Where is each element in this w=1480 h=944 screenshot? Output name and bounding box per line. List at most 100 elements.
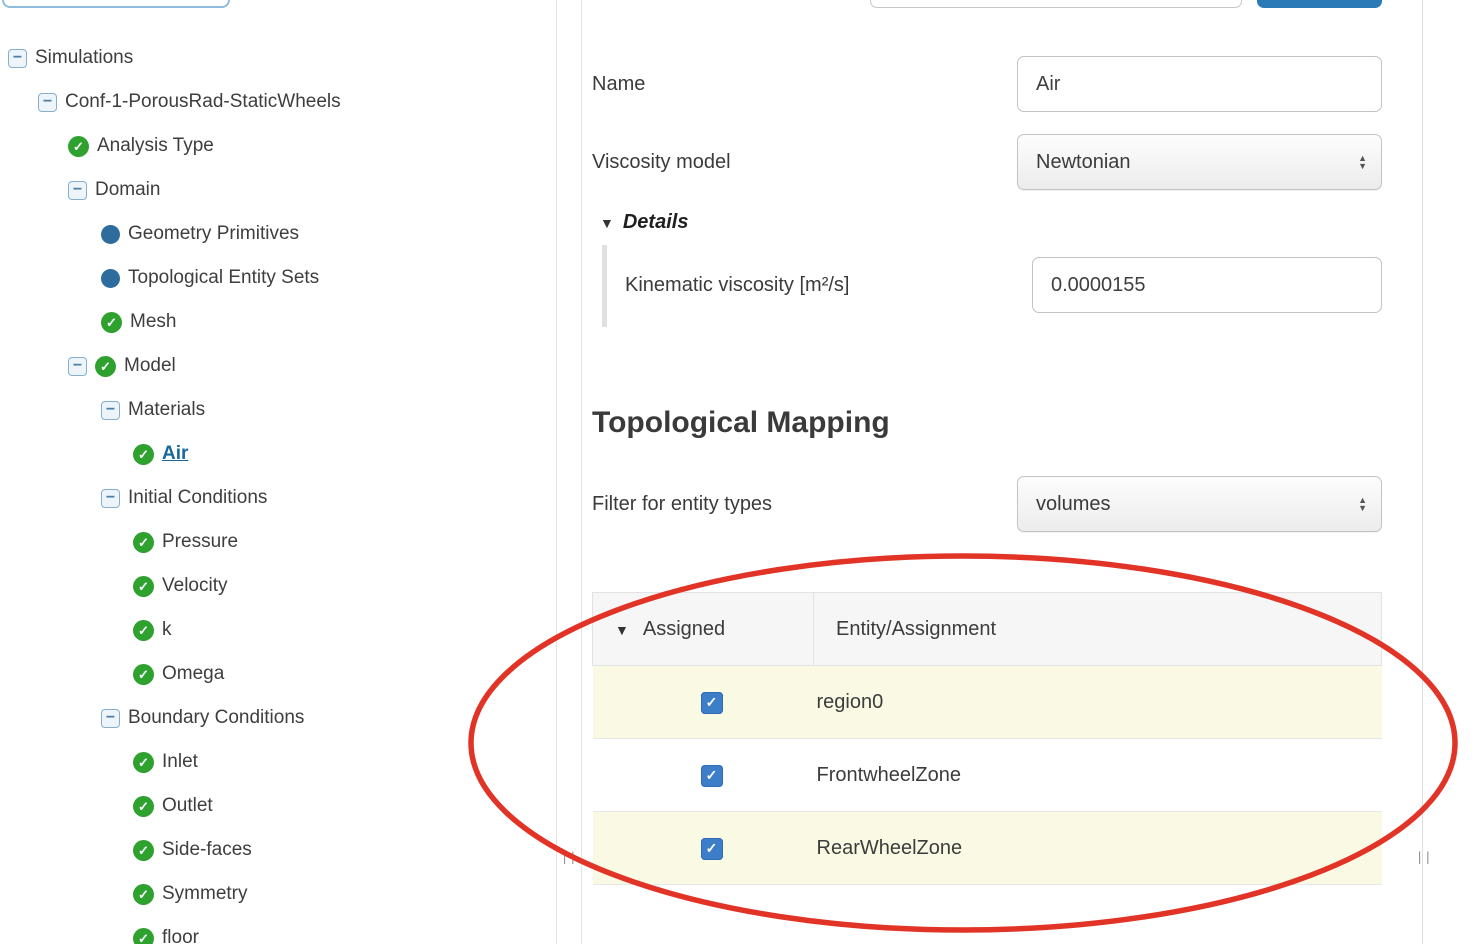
collapse-icon[interactable]: − (68, 357, 87, 376)
tree-item-label: Boundary Conditions (128, 707, 304, 729)
entity-filter-value: volumes (1036, 493, 1110, 516)
collapse-icon[interactable]: − (68, 181, 87, 200)
check-icon: ✓ (95, 356, 116, 377)
tree-filter-input[interactable] (2, 0, 230, 8)
check-icon: ✓ (133, 444, 154, 465)
entity-filter-select[interactable]: volumes ▲ ▼ (1017, 476, 1382, 532)
entity-assignment-cell: region0 (814, 666, 1382, 739)
simulation-tree: −Simulations−Conf-1-PorousRad-StaticWhee… (0, 36, 556, 944)
tree-item-label: Side-faces (162, 839, 252, 861)
tree-item-symmetry[interactable]: ✓ Symmetry (0, 872, 556, 916)
splitter-handle-icon[interactable]: || (561, 850, 577, 864)
details-title: Details (623, 211, 689, 234)
entity-filter-label: Filter for entity types (592, 493, 772, 516)
viscosity-model-value: Newtonian (1036, 151, 1131, 174)
name-label: Name (592, 73, 645, 96)
assigned-column-header[interactable]: ▼Assigned (593, 593, 814, 666)
tree-item-analysis-type[interactable]: ✓ Analysis Type (0, 124, 556, 168)
assigned-cell: ✓ (593, 812, 814, 885)
entity-column-header: Entity/Assignment (814, 593, 1382, 666)
check-icon: ✓ (101, 312, 122, 333)
tree-item-boundary-conditions[interactable]: −Boundary Conditions (0, 696, 556, 740)
tree-item-label: Materials (128, 399, 205, 421)
material-settings-panel: Name Viscosity model Newtonian ▲ ▼ ▼ Det… (582, 0, 1422, 944)
collapse-icon[interactable]: − (38, 93, 57, 112)
table-row: ✓ region0 (593, 666, 1382, 739)
check-icon: ✓ (133, 884, 154, 905)
tree-item-velocity[interactable]: ✓Velocity (0, 564, 556, 608)
table-row: ✓RearWheelZone (593, 812, 1382, 885)
tree-item-simulations[interactable]: −Simulations (0, 36, 556, 80)
check-icon: ✓ (133, 796, 154, 817)
tree-item-label: floor (162, 927, 199, 944)
tree-item-conf-1-porousrad-staticwheels[interactable]: −Conf-1-PorousRad-StaticWheels (0, 80, 556, 124)
assigned-cell: ✓ (593, 739, 814, 812)
collapse-icon[interactable]: − (101, 401, 120, 420)
tree-item-outlet[interactable]: ✓Outlet (0, 784, 556, 828)
viscosity-model-select[interactable]: Newtonian ▲ ▼ (1017, 134, 1382, 190)
entity-assignment-cell: FrontwheelZone (814, 739, 1382, 812)
tree-item-label: Conf-1-PorousRad-StaticWheels (65, 91, 341, 113)
collapse-icon[interactable]: − (8, 49, 27, 68)
name-input[interactable] (1017, 56, 1382, 112)
select-spinner-icon: ▲ ▼ (1358, 496, 1367, 512)
tree-item-label: k (162, 619, 172, 641)
check-icon: ✓ (133, 620, 154, 641)
sort-triangle-icon: ▼ (615, 622, 629, 638)
check-icon: ✓ (133, 664, 154, 685)
check-icon: ✓ (68, 136, 89, 157)
toolbar-primary-button[interactable] (1257, 0, 1382, 8)
assigned-checkbox[interactable]: ✓ (701, 838, 723, 860)
select-spinner-icon: ▲ ▼ (1358, 154, 1367, 170)
tree-item-domain[interactable]: −Domain (0, 168, 556, 212)
tree-item-pressure[interactable]: ✓ Pressure (0, 520, 556, 564)
tree-item-mesh[interactable]: ✓ Mesh (0, 300, 556, 344)
viscosity-model-label: Viscosity model (592, 151, 731, 174)
tree-item-omega[interactable]: ✓ Omega (0, 652, 556, 696)
check-icon: ✓ (133, 532, 154, 553)
check-icon: ✓ (133, 840, 154, 861)
assigned-cell: ✓ (593, 666, 814, 739)
tree-item-k[interactable]: ✓k (0, 608, 556, 652)
tree-item-model[interactable]: −✓Model (0, 344, 556, 388)
tree-item-label: Omega (162, 663, 224, 685)
splitter-handle-icon[interactable]: || (1416, 850, 1432, 864)
details-section: Kinematic viscosity [m²/s] (602, 245, 1382, 327)
tree-item-label: Symmetry (162, 883, 248, 905)
collapse-icon[interactable]: − (101, 489, 120, 508)
tree-item-air[interactable]: ✓Air (0, 432, 556, 476)
tree-item-label: Domain (95, 179, 160, 201)
topological-mapping-table: ▼Assigned Entity/Assignment ✓ region0 ✓ Fro… (592, 592, 1382, 885)
assigned-checkbox[interactable]: ✓ (701, 692, 723, 714)
tree-item-side-faces[interactable]: ✓ Side-faces (0, 828, 556, 872)
table-header-row: ▼Assigned Entity/Assignment (593, 593, 1382, 666)
tree-item-label: Analysis Type (97, 135, 214, 157)
details-toggle[interactable]: ▼ Details (600, 211, 1382, 234)
panel-splitter[interactable]: || (556, 0, 582, 944)
tree-item-label: Inlet (162, 751, 198, 773)
tree-item-geometry-primitives[interactable]: Geometry Primitives (0, 212, 556, 256)
assigned-checkbox[interactable]: ✓ (701, 765, 723, 787)
app-window: −Simulations−Conf-1-PorousRad-StaticWhee… (0, 0, 1480, 944)
simulation-tree-panel: −Simulations−Conf-1-PorousRad-StaticWhee… (0, 0, 556, 944)
collapse-icon[interactable]: − (101, 709, 120, 728)
entity-filter-row: Filter for entity types volumes ▲ ▼ (592, 476, 1382, 532)
tree-item-materials[interactable]: −Materials (0, 388, 556, 432)
mapping-table-body: ✓ region0 ✓ FrontwheelZone✓RearWheelZone (593, 666, 1382, 885)
tree-item-inlet[interactable]: ✓ Inlet (0, 740, 556, 784)
right-edge-strip: || (1422, 0, 1480, 944)
tree-item-floor[interactable]: ✓floor (0, 916, 556, 944)
toolbar-search-input[interactable] (870, 0, 1242, 8)
tree-item-initial-conditions[interactable]: −Initial Conditions (0, 476, 556, 520)
kinematic-viscosity-input[interactable] (1032, 257, 1382, 313)
tree-item-label: Mesh (130, 311, 176, 333)
table-row: ✓ FrontwheelZone (593, 739, 1382, 812)
viscosity-row: Viscosity model Newtonian ▲ ▼ (592, 134, 1382, 190)
tree-item-label: Geometry Primitives (128, 223, 299, 245)
kinematic-viscosity-label: Kinematic viscosity [m²/s] (625, 274, 849, 297)
tree-item-label: Pressure (162, 531, 238, 553)
check-icon: ✓ (133, 752, 154, 773)
tree-item-topological-entity-sets[interactable]: Topological Entity Sets (0, 256, 556, 300)
tree-item-label: Velocity (162, 575, 227, 597)
name-row: Name (592, 56, 1382, 112)
